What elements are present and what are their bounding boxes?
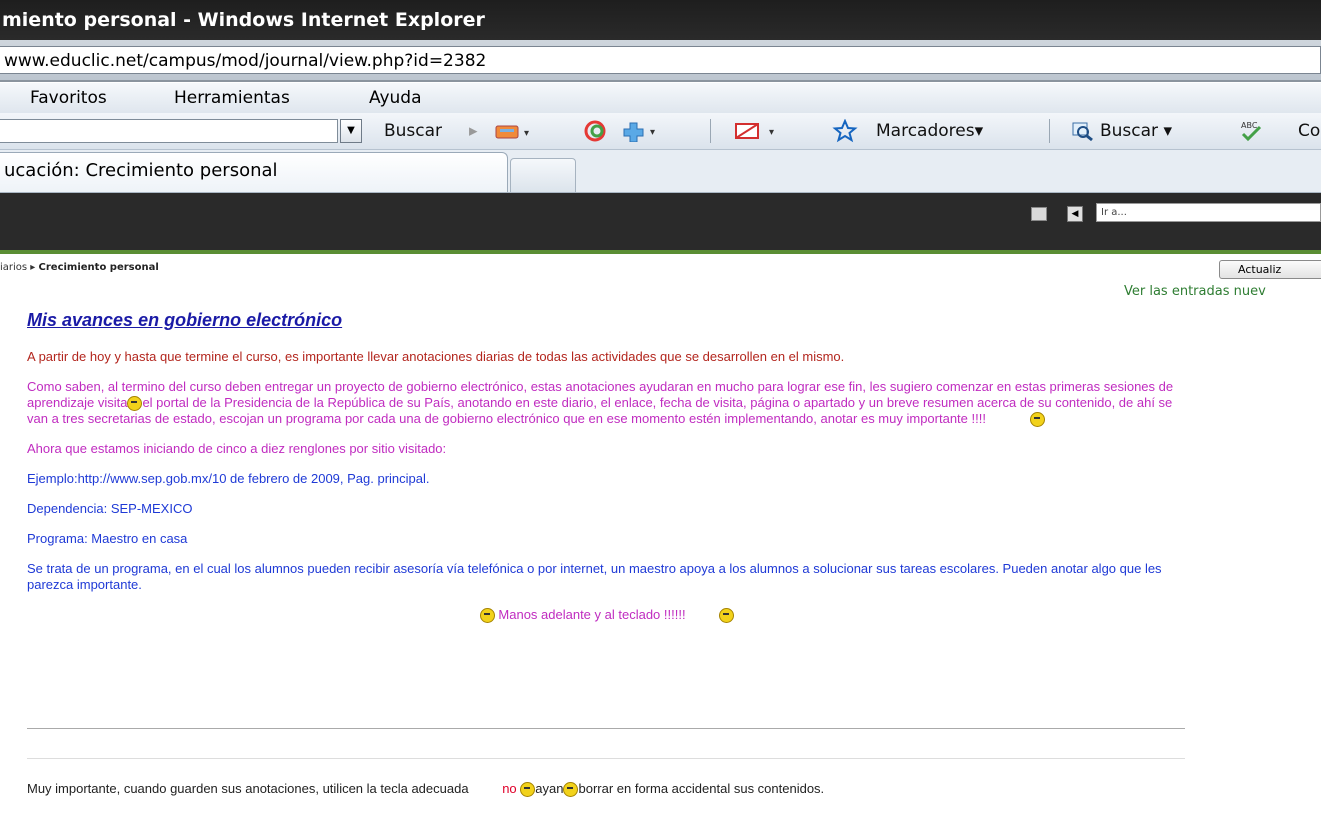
entry-paragraph: Se trata de un programa, en el cual los …: [27, 561, 1162, 593]
back-arrow-icon[interactable]: ◀: [1067, 206, 1083, 222]
entry-title[interactable]: Mis avances en gobierno electrónico: [27, 310, 1187, 331]
smiley-icon: [1029, 412, 1045, 428]
entry-paragraph: Ahora que estamos iniciando de cinco a d…: [27, 441, 447, 457]
star-icon[interactable]: [832, 113, 858, 149]
breadcrumb-current: Crecimiento personal: [38, 262, 159, 273]
entry-paragraph: Dependencia: SEP-MEXICO: [27, 501, 193, 517]
spellcheck-icon[interactable]: ABC: [1237, 113, 1277, 149]
spiral-icon[interactable]: [583, 113, 613, 149]
smiley-icon: [520, 782, 536, 798]
mail-icon[interactable]: ▾: [494, 113, 534, 149]
menu-herramientas[interactable]: Herramientas: [174, 83, 290, 113]
svg-text:ABC: ABC: [1241, 121, 1258, 130]
search-dropdown-button[interactable]: ▼: [340, 119, 362, 143]
entry-paragraph: Ejemplo:http://www.sep.gob.mx/10 de febr…: [27, 471, 430, 487]
search-icon[interactable]: [1071, 113, 1095, 149]
divider: [27, 728, 1185, 729]
menu-bar: Favoritos Herramientas Ayuda: [0, 83, 1321, 113]
refresh-button[interactable]: Actualiz: [1219, 260, 1321, 279]
smiley-icon: [127, 396, 143, 412]
url-field[interactable]: www.educlic.net/campus/mod/journal/view.…: [0, 46, 1321, 74]
menu-favoritos[interactable]: Favoritos: [30, 83, 107, 113]
toolbar-marcadores-button[interactable]: Marcadores▾: [876, 113, 983, 149]
breadcrumb: iarios ▸ Crecimiento personal: [0, 262, 159, 273]
toolbar-buscar-button[interactable]: Buscar: [384, 113, 442, 149]
site-header: ◀ Ir a...: [0, 193, 1321, 254]
svg-text:▾: ▾: [769, 127, 774, 138]
toolbar-search-input[interactable]: [0, 119, 338, 143]
window-title-bar: miento personal - Windows Internet Explo…: [0, 0, 1321, 40]
entry-paragraph: Manos adelante y al teclado !!!!!!: [27, 607, 1187, 624]
divider: [27, 758, 1185, 759]
tab-active[interactable]: ucación: Crecimiento personal: [0, 152, 508, 192]
view-new-entries-link[interactable]: Ver las entradas nuev: [1124, 284, 1266, 299]
new-tab-button[interactable]: [510, 158, 576, 192]
svg-text:▾: ▾: [524, 128, 529, 139]
footer-note: Muy importante, cuando guarden sus anota…: [27, 781, 825, 798]
toolbar-buscar2-button[interactable]: Buscar ▾: [1100, 113, 1172, 149]
svg-text:▾: ▾: [650, 127, 655, 138]
smiley-icon: [563, 782, 579, 798]
add-cross-icon[interactable]: ▾: [620, 113, 664, 149]
toolbar: ▼ Buscar ▸ ▾ ▾ ▾ Marcadores▾ Buscar ▾ AB…: [0, 113, 1321, 150]
journal-entry: Mis avances en gobierno electrónico A pa…: [27, 306, 1187, 637]
chevron-right-icon: ▸: [469, 121, 478, 141]
window-title: miento personal - Windows Internet Explo…: [2, 9, 485, 31]
tab-bar: ucación: Crecimiento personal: [0, 150, 1321, 193]
goto-select[interactable]: Ir a...: [1096, 203, 1321, 222]
menu-ayuda[interactable]: Ayuda: [369, 83, 422, 113]
smiley-icon: [719, 608, 735, 624]
entry-paragraph: Programa: Maestro en casa: [27, 531, 188, 547]
entry-paragraph: Como saben, al termino del curso deben e…: [27, 379, 1174, 428]
entry-paragraph: A partir de hoy y hasta que termine el c…: [27, 349, 845, 364]
breadcrumb-parent[interactable]: iarios ▸: [0, 262, 39, 273]
smiley-icon: [479, 608, 495, 624]
toolbar-co-button[interactable]: Co: [1298, 113, 1320, 149]
home-icon[interactable]: [1031, 207, 1047, 221]
block-popup-icon[interactable]: ▾: [733, 113, 783, 149]
address-bar: www.educlic.net/campus/mod/journal/view.…: [0, 40, 1321, 82]
